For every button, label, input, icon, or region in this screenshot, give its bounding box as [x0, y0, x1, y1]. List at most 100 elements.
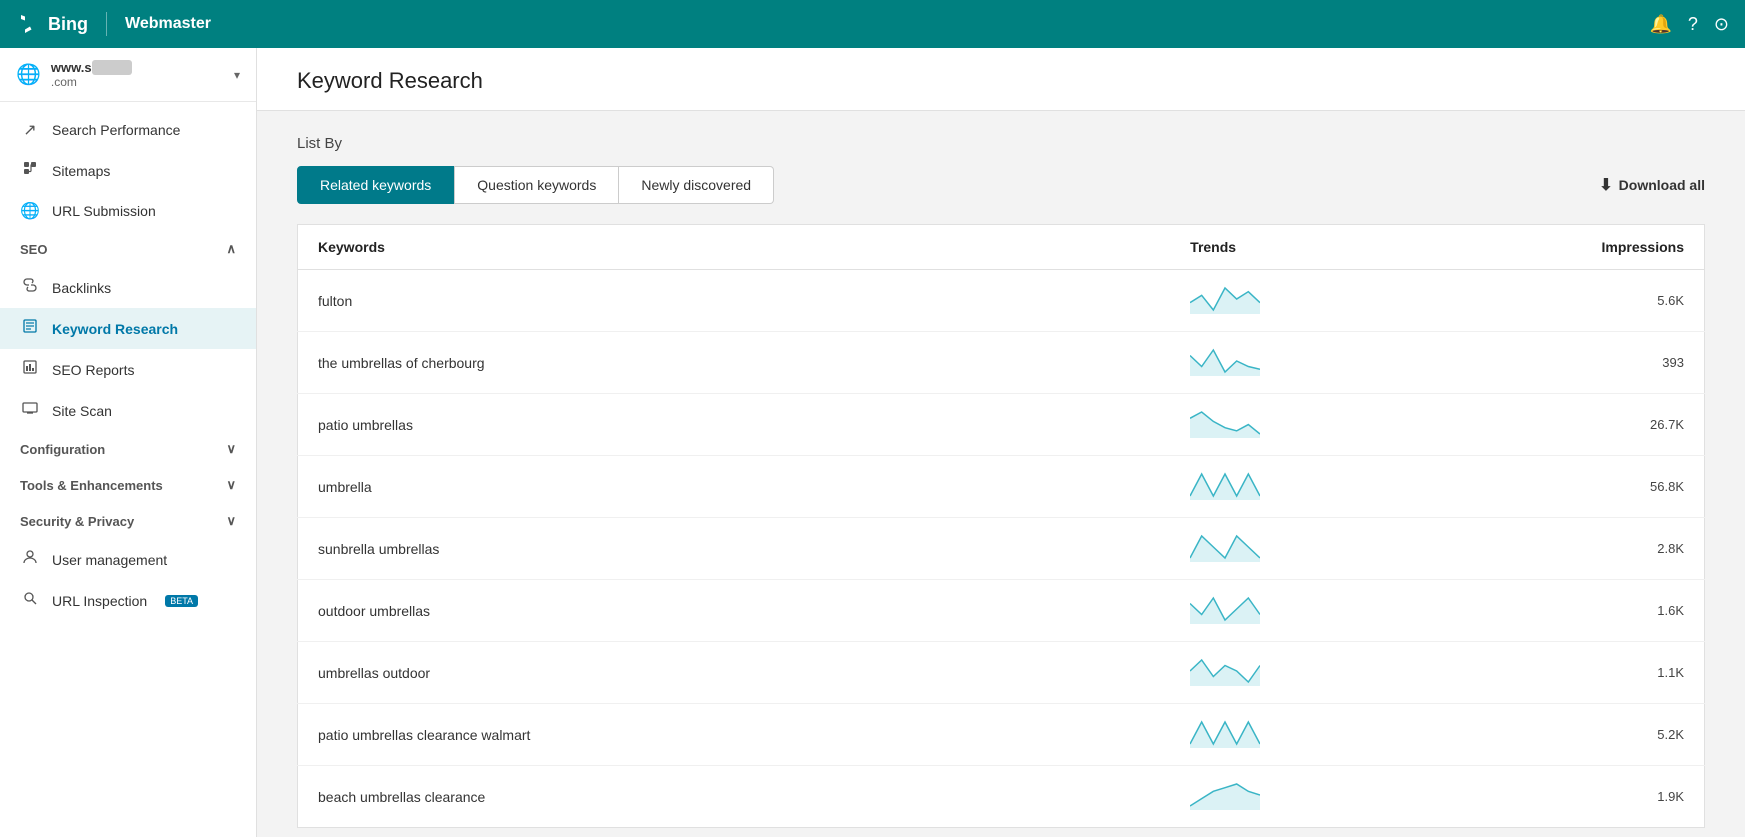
site-info: www.s .com	[51, 60, 224, 89]
tab-related-keywords[interactable]: Related keywords	[297, 166, 454, 204]
tab-newly-discovered[interactable]: Newly discovered	[619, 166, 774, 204]
sidebar-item-label: URL Inspection	[52, 593, 147, 609]
site-chevron-icon[interactable]: ▾	[234, 68, 240, 82]
section-configuration-chevron-icon: ∨	[226, 441, 236, 457]
site-scan-icon	[20, 400, 40, 421]
section-security-label: Security & Privacy	[20, 514, 134, 529]
sidebar: 🌐 www.s .com ▾ ↗ Search Performance Site…	[0, 48, 257, 837]
section-seo-label: SEO	[20, 242, 47, 257]
sidebar-item-label: Backlinks	[52, 280, 111, 296]
trend-cell	[1170, 580, 1280, 642]
page-title: Keyword Research	[297, 68, 1705, 94]
trend-cell	[1170, 518, 1280, 580]
content-header: Keyword Research	[257, 48, 1745, 111]
bell-icon[interactable]: 🔔	[1649, 14, 1671, 35]
table-row[interactable]: beach umbrellas clearance 1.9K	[298, 766, 1705, 828]
keyword-cell: umbrellas outdoor	[298, 642, 1171, 704]
site-selector[interactable]: 🌐 www.s .com ▾	[0, 48, 256, 102]
table-row[interactable]: patio umbrellas clearance walmart 5.2K	[298, 704, 1705, 766]
trend-cell	[1170, 642, 1280, 704]
keyword-cell: sunbrella umbrellas	[298, 518, 1171, 580]
section-security-chevron-icon: ∨	[226, 513, 236, 529]
sidebar-nav: ↗ Search Performance Sitemaps 🌐 URL Subm…	[0, 102, 256, 837]
trend-cell	[1170, 332, 1280, 394]
list-by-label: List By	[297, 135, 1705, 152]
beta-badge: BETA	[165, 595, 198, 607]
impressions-cell: 5.6K	[1280, 270, 1704, 332]
tab-row: Related keywords Question keywords Newly…	[297, 166, 1705, 204]
bing-logo-icon	[16, 12, 40, 36]
sidebar-item-url-submission[interactable]: 🌐 URL Submission	[0, 191, 256, 231]
tab-bar: Related keywords Question keywords Newly…	[297, 166, 774, 204]
sidebar-item-backlinks[interactable]: Backlinks	[0, 267, 256, 308]
download-all-label: Download all	[1619, 177, 1705, 193]
sidebar-item-url-inspection[interactable]: URL Inspection BETA	[0, 580, 256, 621]
keyword-cell: umbrella	[298, 456, 1171, 518]
download-all-button[interactable]: ⬇ Download all	[1599, 175, 1705, 195]
top-nav: Bing Webmaster 🔔 ? ⊙	[0, 0, 1745, 48]
sidebar-item-label: Search Performance	[52, 122, 180, 138]
impressions-cell: 393	[1280, 332, 1704, 394]
sidebar-item-label: URL Submission	[52, 203, 156, 219]
trend-cell	[1170, 394, 1280, 456]
nav-right: 🔔 ? ⊙	[1649, 14, 1729, 35]
main-content: Keyword Research List By Related keyword…	[257, 48, 1745, 837]
keyword-cell: patio umbrellas clearance walmart	[298, 704, 1171, 766]
globe-icon: 🌐	[16, 62, 41, 87]
sidebar-item-label: Site Scan	[52, 403, 112, 419]
keyword-cell: patio umbrellas	[298, 394, 1171, 456]
sidebar-item-user-management[interactable]: User management	[0, 539, 256, 580]
table-row[interactable]: umbrellas outdoor 1.1K	[298, 642, 1705, 704]
table-row[interactable]: patio umbrellas 26.7K	[298, 394, 1705, 456]
sitemaps-icon	[20, 160, 40, 181]
sidebar-item-site-scan[interactable]: Site Scan	[0, 390, 256, 431]
col-trends: Trends	[1170, 225, 1280, 270]
keyword-cell: beach umbrellas clearance	[298, 766, 1171, 828]
trend-cell	[1170, 270, 1280, 332]
section-seo[interactable]: SEO ∧	[0, 231, 256, 267]
account-icon[interactable]: ⊙	[1714, 14, 1729, 35]
app-title: Webmaster	[125, 15, 211, 33]
impressions-cell: 56.8K	[1280, 456, 1704, 518]
table-row[interactable]: umbrella 56.8K	[298, 456, 1705, 518]
nav-divider	[106, 12, 107, 36]
url-submission-icon: 🌐	[20, 201, 40, 221]
search-performance-icon: ↗	[20, 120, 40, 140]
trend-cell	[1170, 704, 1280, 766]
section-security-privacy[interactable]: Security & Privacy ∨	[0, 503, 256, 539]
section-tools-chevron-icon: ∨	[226, 477, 236, 493]
download-icon: ⬇	[1599, 175, 1612, 195]
sidebar-item-label: Sitemaps	[52, 163, 110, 179]
site-domain: .com	[51, 75, 224, 89]
section-tools[interactable]: Tools & Enhancements ∨	[0, 467, 256, 503]
table-row[interactable]: outdoor umbrellas 1.6K	[298, 580, 1705, 642]
section-seo-chevron-icon: ∧	[226, 241, 236, 257]
sidebar-item-label: SEO Reports	[52, 362, 134, 378]
impressions-cell: 1.9K	[1280, 766, 1704, 828]
sidebar-item-search-performance[interactable]: ↗ Search Performance	[0, 110, 256, 150]
bing-text: Bing	[48, 14, 88, 35]
keyword-cell: outdoor umbrellas	[298, 580, 1171, 642]
keyword-table: Keywords Trends Impressions fulton 5.6Kt…	[297, 224, 1705, 828]
content-body: List By Related keywords Question keywor…	[257, 111, 1745, 837]
keyword-cell: fulton	[298, 270, 1171, 332]
trend-cell	[1170, 456, 1280, 518]
impressions-cell: 2.8K	[1280, 518, 1704, 580]
sidebar-item-label: Keyword Research	[52, 321, 178, 337]
app-logo: Bing	[16, 12, 88, 36]
sidebar-item-seo-reports[interactable]: SEO Reports	[0, 349, 256, 390]
table-row[interactable]: sunbrella umbrellas 2.8K	[298, 518, 1705, 580]
sidebar-item-sitemaps[interactable]: Sitemaps	[0, 150, 256, 191]
help-icon[interactable]: ?	[1688, 14, 1698, 35]
impressions-cell: 1.6K	[1280, 580, 1704, 642]
seo-reports-icon	[20, 359, 40, 380]
keyword-cell: the umbrellas of cherbourg	[298, 332, 1171, 394]
table-row[interactable]: the umbrellas of cherbourg 393	[298, 332, 1705, 394]
section-configuration[interactable]: Configuration ∨	[0, 431, 256, 467]
table-row[interactable]: fulton 5.6K	[298, 270, 1705, 332]
col-keywords: Keywords	[298, 225, 1171, 270]
sidebar-item-keyword-research[interactable]: Keyword Research	[0, 308, 256, 349]
tab-question-keywords[interactable]: Question keywords	[454, 166, 619, 204]
trend-cell	[1170, 766, 1280, 828]
main-layout: 🌐 www.s .com ▾ ↗ Search Performance Site…	[0, 48, 1745, 837]
